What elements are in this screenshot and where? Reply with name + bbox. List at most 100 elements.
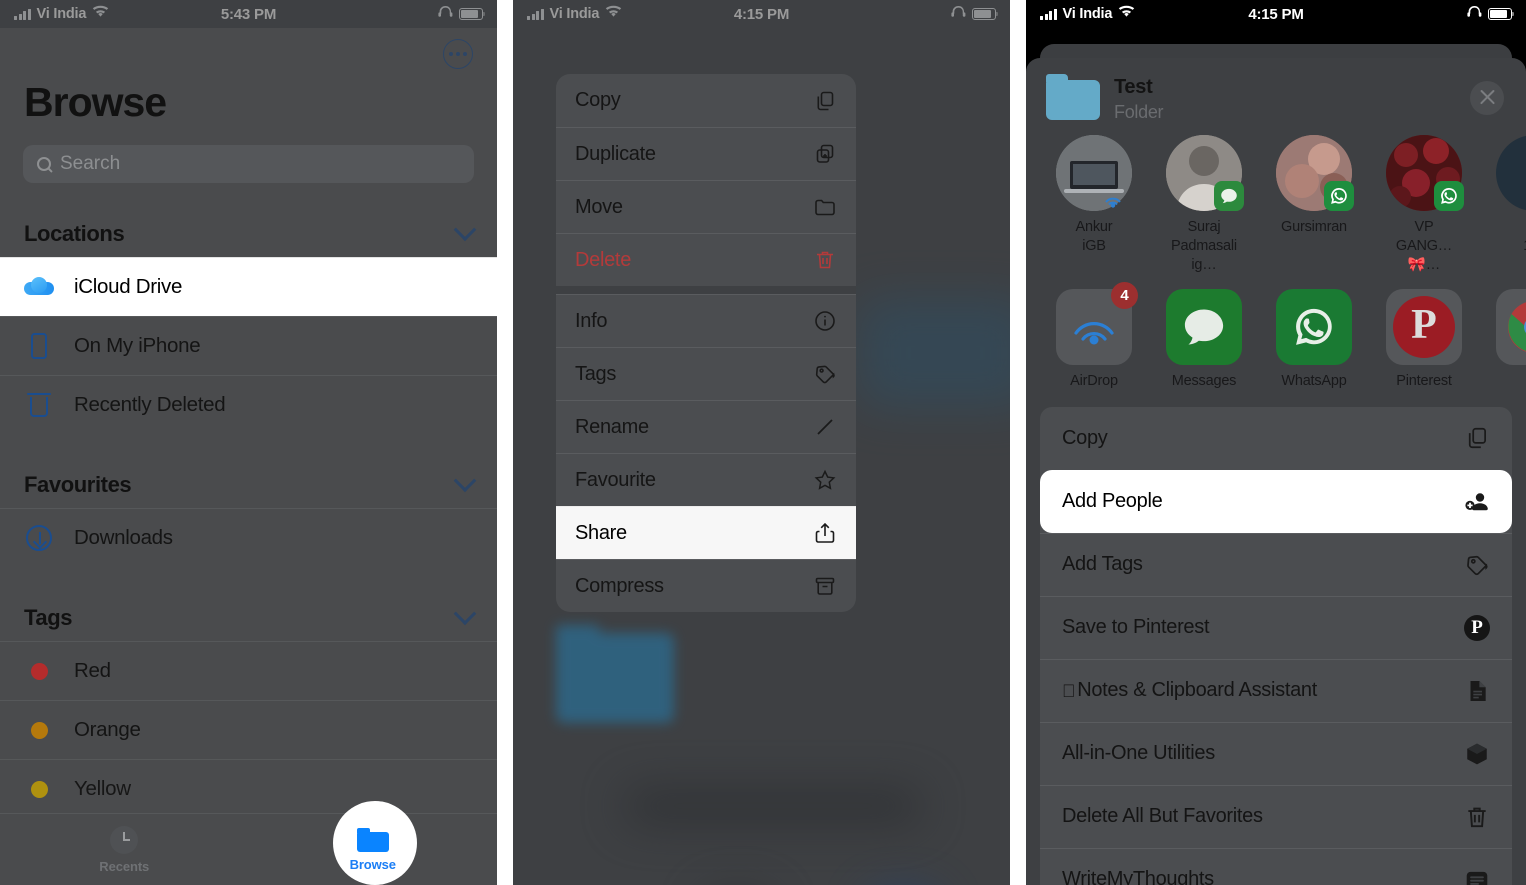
sidebar-item-tag-red[interactable]: Red [0,641,497,700]
panel-divider [1010,0,1026,885]
menu-item-info[interactable]: Info [556,294,856,347]
sidebar-item-tag-yellow[interactable]: Yellow [0,759,497,818]
section-header-locations[interactable]: Locations [0,211,497,257]
contact-name: Gursimran [1281,219,1347,235]
duplicate-icon [813,142,837,166]
action-delete-all-but-favorites[interactable]: Delete All But Favorites [1040,784,1512,848]
search-input[interactable]: Search [23,145,474,183]
action-label: Delete All But Favorites [1062,805,1263,828]
contact-item[interactable]: Suraj Padmasali ig… [1162,135,1246,275]
messages-icon [1214,181,1244,211]
contact-item[interactable]: Gursimran [1272,135,1356,275]
menu-item-label: Copy [575,89,621,111]
action-write-my-thoughts[interactable]: WriteMyThoughts [1040,847,1512,885]
action-notes-clipboard-assistant[interactable]: Notes & Clipboard Assistant [1040,658,1512,722]
tab-browse[interactable]: Browse [249,814,498,885]
menu-item-rename[interactable]: Rename [556,400,856,453]
whatsapp-icon [1434,181,1464,211]
more-options-button[interactable] [443,39,473,69]
search-placeholder: Search [60,153,121,174]
sidebar-item-tag-orange[interactable]: Orange [0,700,497,759]
chevron-down-icon[interactable] [453,602,477,626]
trash-icon [813,248,837,272]
app-item-airdrop[interactable]: 4 AirDrop [1052,281,1138,389]
sidebar-item-label: iCloud Drive [74,275,183,298]
chevron-down-icon[interactable] [453,469,477,493]
text-icon [1464,867,1490,885]
menu-item-move[interactable]: Move [556,180,856,233]
sidebar-item-label: Yellow [74,777,131,800]
folder-thumbnail-icon [1046,73,1100,120]
section-header-favourites[interactable]: Favourites [0,462,497,508]
action-add-tags[interactable]: Add Tags [1040,532,1512,596]
action-all-in-one-utilities[interactable]: All-in-One Utilities [1040,721,1512,785]
tag-dot-icon [24,656,54,686]
tag-icon [1464,552,1490,578]
app-label: WhatsApp [1281,372,1347,389]
section-header-tags[interactable]: Tags [0,595,497,641]
tab-label: Browse [349,856,396,872]
app-item-messages[interactable]: Messages [1162,288,1246,389]
chevron-down-icon[interactable] [453,218,477,242]
menu-item-favourite[interactable]: Favourite [556,453,856,506]
section-title: Favourites [24,472,132,497]
icloud-icon [24,272,54,302]
status-bar-3: Vi India 4:15 PM [1026,0,1526,28]
background-blur-blob [858,298,1010,408]
menu-item-share[interactable]: Share [556,506,856,559]
sidebar-item-icloud-drive[interactable]: iCloud Drive [0,257,497,316]
menu-item-duplicate[interactable]: Duplicate [556,127,856,180]
status-bar-1: Vi India 5:43 PM [0,0,497,28]
app-item-whatsapp[interactable]: WhatsApp [1272,288,1356,389]
search-icon [37,157,51,171]
clock-3: 4:15 PM [1248,5,1304,23]
badge-count: 4 [1111,281,1138,309]
background-blur-blob [623,788,923,824]
sidebar-item-recently-deleted[interactable]: Recently Deleted [0,375,497,434]
menu-item-copy[interactable]: Copy [556,74,856,127]
sidebar-item-downloads[interactable]: Downloads [0,508,497,567]
menu-separator [556,286,856,294]
menu-item-label: Compress [575,574,664,597]
tab-recents[interactable]: Recents [0,814,249,885]
pinterest-icon: P [1386,288,1462,365]
panel-context-menu: Vi India 4:15 PM Copy Duplicate Move Del… [513,0,1010,885]
menu-item-label: Move [575,195,623,218]
share-sheet: Test Folder Ankur iGB Suraj Padmasali ig… [1026,58,1526,885]
section-title: Tags [24,605,73,630]
avatar [1056,135,1132,211]
app-item-chrome[interactable]: C [1492,288,1526,389]
trash-icon [1464,804,1490,830]
tutorial-screenshot: Vi India 5:43 PM Browse Search Locations… [0,0,1526,885]
contact-item[interactable]: Ankur iGB [1052,135,1136,275]
contact-item[interactable]: VP GANG…🎀… [1382,135,1466,275]
contact-name: VP GANG…🎀… [1395,219,1453,273]
contacts-row: Ankur iGB Suraj Padmasali ig… Gursimran … [1026,135,1526,275]
close-icon[interactable] [1470,80,1504,115]
action-copy[interactable]: Copy [1040,407,1512,470]
section-title: Locations [24,221,125,246]
menu-item-delete[interactable]: Delete [556,233,856,286]
add-person-icon [1464,489,1490,515]
pencil-icon [813,415,837,439]
context-menu-body: Copy Duplicate Move Delete Info Tags Ren… [513,28,1010,885]
star-icon [813,468,837,492]
app-item-pinterest[interactable]: P Pinterest [1382,288,1466,389]
action-add-people[interactable]: Add People [1040,469,1512,533]
whatsapp-icon [1276,288,1352,365]
app-label: Messages [1171,372,1237,389]
tab-label: Recents [99,858,150,874]
action-label: Add Tags [1062,553,1143,576]
avatar [1386,135,1464,211]
menu-item-tags[interactable]: Tags [556,347,856,400]
contact-item[interactable]: +111 [1492,135,1526,275]
sidebar-item-on-my-iphone[interactable]: On My iPhone [0,316,497,375]
action-save-to-pinterest[interactable]: Save to Pinterest P [1040,595,1512,659]
tab-bar: Recents Browse [0,813,497,885]
menu-item-compress[interactable]: Compress [556,559,856,612]
browse-body: Browse Search Locations iCloud Drive On … [0,28,497,885]
airdrop-icon: 4 [1056,281,1138,365]
share-item-info: Test Folder [1114,76,1164,123]
status-bar-2: Vi India 4:15 PM [513,0,1010,28]
menu-item-label: Info [575,309,608,332]
